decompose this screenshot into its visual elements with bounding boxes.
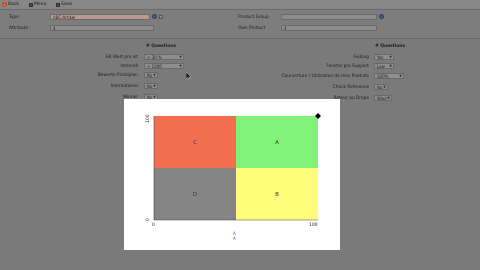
save-label: Save [61,2,73,7]
right-row-label: Folding [353,55,369,60]
right-row-label: Courverture / Utilisation de mes Produit… [281,74,369,79]
back-icon: ‹ [2,2,7,7]
y-tick-max: 100 [146,114,151,123]
back-label: Back [8,2,19,7]
quadrant-label: C [193,140,197,146]
product-group-field[interactable] [281,14,377,20]
left-row-label: Bewerte Prinzipien [97,73,138,78]
right-row-select[interactable]: Low ▼ [374,63,394,69]
left-row-select[interactable]: < 1000 ▼ [144,63,184,69]
back-button[interactable]: ‹ Back [2,1,19,8]
quadrant-label: A [275,140,279,146]
own-product-label: Own Product [238,26,266,31]
type-label: Type [9,15,19,20]
quadrant-label: D [193,192,197,198]
y-tick-min: 0 [146,218,151,221]
chevron-down-icon: ▼ [399,74,402,78]
right-row-value: No [377,85,383,90]
chevron-down-icon: ▼ [387,96,390,100]
menu-label: Menu [34,2,47,7]
save-button[interactable]: Save [56,1,72,8]
left-section-title: # Questions [146,44,177,49]
left-row-value: > 30 % [147,55,162,60]
x-tick-min: 0 [152,223,155,228]
chevron-down-icon: ▼ [389,55,392,59]
chevron-down-icon: ▼ [383,85,386,89]
right-section-title: # Questions [375,44,406,49]
attribute-label: Attribute [9,26,28,31]
right-row-label: Check Reference [332,85,369,90]
chart-popup: C A D B 100 0 0 100 A A [124,99,340,250]
chevron-down-icon: ▼ [389,64,392,68]
left-row-value: No [147,84,153,89]
chevron-down-icon: ▼ [153,73,156,77]
product-group-label: Product Group [238,15,269,20]
menu-button[interactable]: Menu [29,1,46,8]
own-product-field[interactable]: 4 [281,25,377,31]
quadrant-label: B [275,192,279,198]
left-row-select[interactable]: No ▼ [144,83,158,89]
chevron-down-icon: ▼ [153,84,156,88]
chevron-down-icon: ▼ [179,55,182,59]
left-row-value: < 1000 [147,64,162,69]
save-icon [56,2,60,7]
quadrant-chart: C A D B [153,113,321,221]
left-row-label: EK Wert pro Ist [106,55,138,60]
type-field[interactable]: ABC-Artikel [50,14,150,20]
right-row-select[interactable]: 100% ▼ [374,73,404,79]
left-row-select[interactable]: > 30 % ▼ [144,54,184,60]
type-search-icon[interactable] [152,14,157,19]
right-row-select[interactable]: Yes ▼ [374,54,394,60]
right-row-select[interactable]: No ▼ [374,84,388,90]
toolbar: ‹ Back Menu Save [0,0,480,10]
x-tick-max: 100 [309,223,318,228]
left-row-label: Intervall [120,64,138,69]
right-row-value: Wwe [377,96,387,101]
right-row-value: Yes [377,55,384,60]
header-form: Type ABC-Artikel Attribute 4 Product Gro… [0,10,480,39]
left-row-value: No [147,73,153,78]
right-row-select[interactable]: Wwe ▼ [374,95,392,101]
mouse-pointer-icon [186,72,192,81]
menu-icon [29,2,33,7]
left-row-label: International [110,84,138,89]
right-row-value: 100% [377,74,389,79]
type-checkbox[interactable] [159,15,163,19]
chevron-down-icon: ▼ [179,64,182,68]
right-row-label: Fenster pro Support [326,64,369,69]
product-group-search-icon[interactable] [379,14,384,19]
axis-marker: A [233,236,236,241]
attribute-field[interactable]: 4 [50,25,154,31]
right-row-value: Low [377,64,385,69]
left-row-select[interactable]: No ▼ [144,72,158,78]
